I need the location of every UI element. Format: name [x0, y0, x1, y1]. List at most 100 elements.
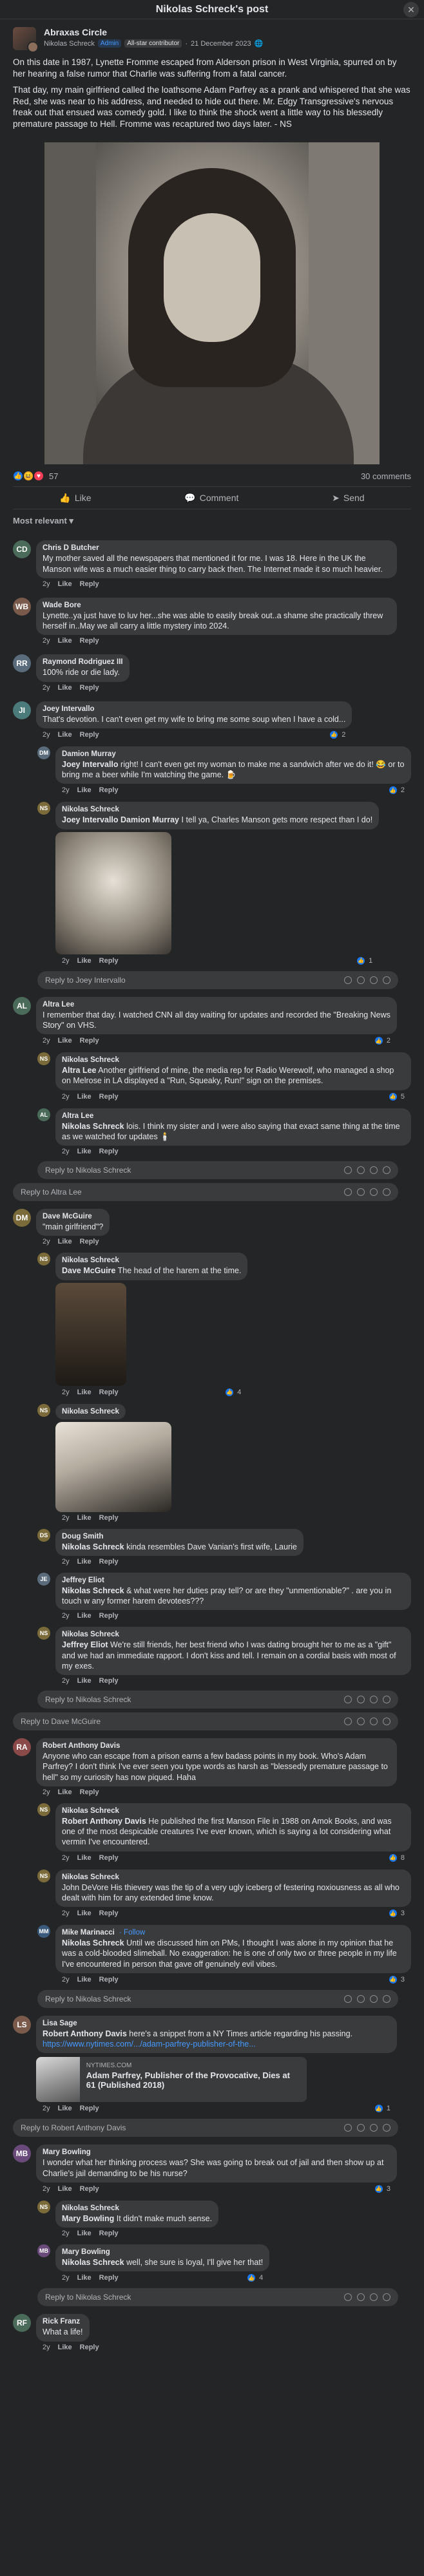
gif-icon[interactable] [370, 1718, 378, 1726]
comment-reply-button[interactable]: Reply [80, 684, 99, 692]
post-date[interactable]: 21 December 2023 [191, 40, 251, 48]
avatar[interactable]: LS [13, 2015, 31, 2034]
comment-author[interactable]: Altra Lee [43, 1001, 390, 1009]
comment-time[interactable]: 2y [62, 1909, 70, 1917]
comment-reply-button[interactable]: Reply [99, 1388, 119, 1396]
comment-author[interactable]: Nikolas Schreck [62, 2204, 212, 2212]
avatar[interactable]: JE [37, 1572, 50, 1586]
comment-author[interactable]: Altra Lee [62, 1112, 405, 1120]
avatar[interactable]: CD [13, 540, 31, 559]
camera-icon[interactable] [357, 1718, 365, 1726]
comment-like-button[interactable]: Like [77, 1976, 92, 1984]
avatar[interactable]: NS [37, 1403, 50, 1417]
comment-reply-button[interactable]: Reply [99, 1976, 119, 1984]
comment-like-button[interactable]: Like [58, 731, 72, 739]
comment-time[interactable]: 2y [62, 1093, 70, 1101]
comment-time[interactable]: 2y [62, 2230, 70, 2237]
comment-reply-button[interactable]: Reply [80, 2344, 99, 2351]
comment-like-button[interactable]: Like [58, 684, 72, 692]
comment-like-button[interactable]: Like [77, 1148, 92, 1155]
comment-like-button[interactable]: Like [77, 1677, 92, 1685]
reply-input[interactable]: Reply to Robert Anthony Davis [13, 2119, 398, 2137]
avatar[interactable]: NS [37, 1627, 50, 1640]
comment-author[interactable]: Robert Anthony Davis [43, 1742, 390, 1750]
emoji-icon[interactable] [344, 1696, 352, 1704]
avatar[interactable]: RR [13, 654, 31, 673]
comment-time[interactable]: 2y [43, 2185, 50, 2193]
emoji-icon[interactable] [344, 2124, 352, 2132]
comment-like-button[interactable]: Like [58, 1037, 72, 1045]
avatar[interactable]: NS [37, 1253, 50, 1266]
comment-time[interactable]: 2y [43, 2105, 50, 2112]
camera-icon[interactable] [357, 1166, 365, 1175]
sticker-icon[interactable] [383, 1166, 390, 1175]
reply-input[interactable]: Reply to Dave McGuire [13, 1712, 398, 1731]
comment-author[interactable]: Doug Smith [62, 1533, 297, 1540]
comment-time[interactable]: 2y [62, 1514, 70, 1522]
comment-reply-button[interactable]: Reply [99, 1558, 119, 1566]
emoji-icon[interactable] [344, 1718, 352, 1726]
gif-icon[interactable] [370, 1696, 378, 1704]
mention-tag[interactable]: Nikolas Schreck [62, 2258, 124, 2267]
comment-time[interactable]: 2y [43, 1037, 50, 1045]
avatar[interactable]: NS [37, 1803, 50, 1816]
close-icon[interactable]: ✕ [403, 2, 419, 17]
comment-author[interactable]: Wade Bore [43, 601, 390, 609]
comment-reactions[interactable]: 👍 4 [247, 2273, 263, 2283]
follow-link[interactable]: · Follow [117, 1929, 145, 1937]
reply-input[interactable]: Reply to Nikolas Schreck [37, 1161, 398, 1180]
comment-reply-button[interactable]: Reply [80, 1037, 99, 1045]
avatar[interactable]: DM [13, 1209, 31, 1227]
avatar[interactable]: RA [13, 1738, 31, 1757]
comment-author[interactable]: Lisa Sage [43, 2020, 390, 2027]
comment-like-button[interactable]: Like [77, 1388, 92, 1396]
reaction-count[interactable]: 57 [49, 471, 58, 481]
comment-like-button[interactable]: Like [58, 637, 72, 645]
comment-reply-button[interactable]: Reply [99, 1909, 119, 1917]
camera-icon[interactable] [357, 2293, 365, 2302]
comment-reactions[interactable]: 👍 3 [388, 1975, 405, 1984]
comment-reply-button[interactable]: Reply [99, 1148, 119, 1155]
mention-tag[interactable]: Joey Intervallo [62, 760, 119, 769]
send-button[interactable]: ➤ Send [332, 493, 364, 504]
comment-time[interactable]: 2y [43, 637, 50, 645]
comment-time[interactable]: 2y [43, 731, 50, 739]
comment-reply-button[interactable]: Reply [80, 1788, 99, 1796]
comment-like-button[interactable]: Like [77, 1514, 92, 1522]
comment-reactions[interactable]: 👍 2 [329, 730, 345, 739]
comment-like-button[interactable]: Like [77, 1093, 92, 1101]
comment-photo[interactable] [55, 1282, 126, 1386]
reply-input[interactable]: Reply to Nikolas Schreck [37, 2288, 398, 2307]
avatar[interactable]: NS [37, 1869, 50, 1882]
comment-time[interactable]: 2y [43, 684, 50, 692]
comment-reply-button[interactable]: Reply [99, 1093, 119, 1101]
comment-like-button[interactable]: Like [77, 1558, 92, 1566]
comment-reactions[interactable]: 👍 1 [374, 2104, 390, 2114]
comment-author[interactable]: Nikolas Schreck [62, 806, 372, 813]
comment-like-button[interactable]: Like [77, 1854, 92, 1862]
comment-author[interactable]: Nikolas Schreck [62, 1408, 119, 1416]
comment-time[interactable]: 2y [43, 580, 50, 588]
mention-tag[interactable]: Dave McGuire [62, 1266, 115, 1275]
post-photo[interactable] [44, 142, 380, 465]
comment-author[interactable]: Nikolas Schreck [62, 1631, 405, 1638]
gif-icon[interactable] [370, 2124, 378, 2132]
comment-author[interactable]: Joey Intervallo [43, 705, 345, 713]
avatar[interactable]: DM [37, 746, 50, 759]
sticker-icon[interactable] [383, 1188, 390, 1197]
comment-button[interactable]: 💬 Comment [184, 493, 238, 504]
comment-author[interactable]: Nikolas Schreck [62, 1056, 405, 1064]
comment-time[interactable]: 2y [62, 786, 70, 794]
comment-reply-button[interactable]: Reply [80, 2105, 99, 2112]
sticker-icon[interactable] [383, 976, 390, 984]
comment-author[interactable]: Rick Franz [43, 2318, 83, 2325]
post-author[interactable]: Nikolas Schreck [44, 40, 95, 48]
comment-author[interactable]: Jeffrey Eliot [62, 1577, 405, 1584]
avatar[interactable]: RF [13, 2314, 31, 2333]
comment-like-button[interactable]: Like [77, 957, 92, 965]
sticker-icon[interactable] [383, 1994, 390, 2003]
comment-reactions[interactable]: 👍 5 [388, 1092, 405, 1101]
comment-reply-button[interactable]: Reply [80, 637, 99, 645]
avatar[interactable]: JI [13, 701, 31, 719]
comment-reply-button[interactable]: Reply [99, 1612, 119, 1620]
